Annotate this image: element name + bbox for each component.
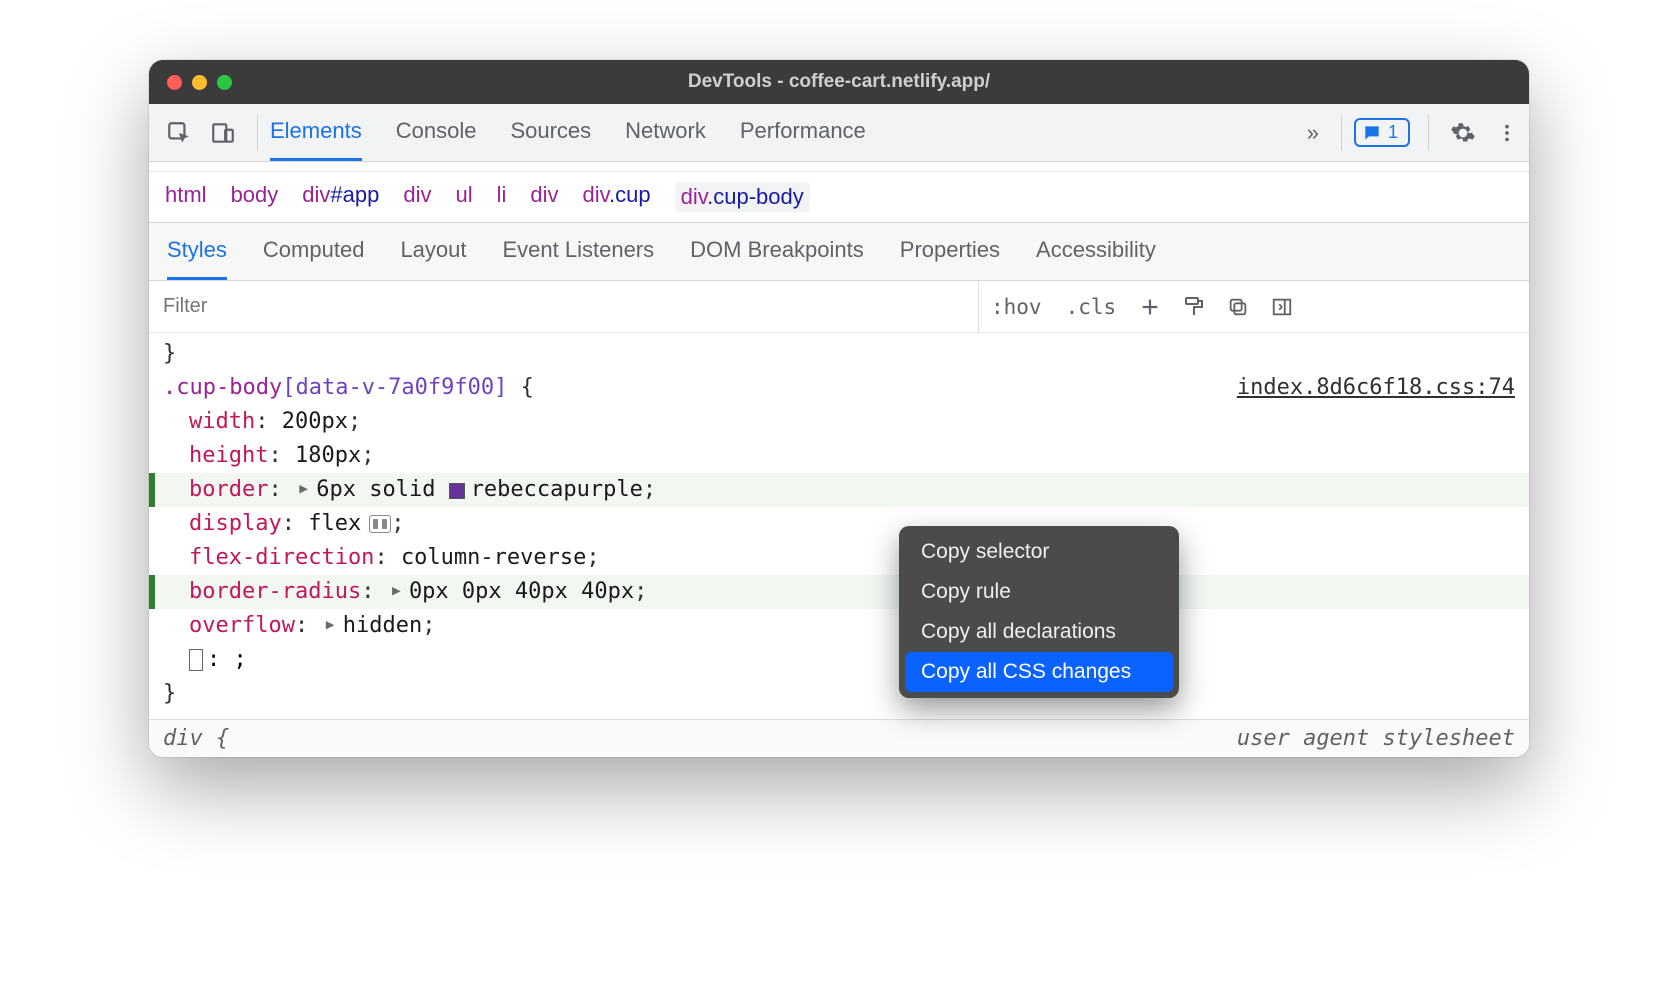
new-style-rule-icon[interactable]: [1128, 281, 1172, 332]
crumb[interactable]: ul: [455, 182, 472, 212]
rule-close-prev: }: [149, 337, 1529, 371]
tab-elements[interactable]: Elements: [270, 104, 362, 161]
divider: [257, 115, 258, 151]
minimize-window-button[interactable]: [192, 75, 207, 90]
declaration[interactable]: height: 180px;: [149, 439, 1529, 473]
main-tabbar: Elements Console Sources Network Perform…: [149, 104, 1529, 162]
source-link[interactable]: index.8d6c6f18.css:74: [1237, 371, 1515, 405]
paint-format-icon[interactable]: [1172, 281, 1216, 332]
edit-tail[interactable]: : ;: [149, 643, 1529, 677]
crumb[interactable]: li: [497, 182, 507, 212]
subtab-dom-breakpoints[interactable]: DOM Breakpoints: [690, 223, 864, 280]
zoom-window-button[interactable]: [217, 75, 232, 90]
kebab-menu-icon[interactable]: [1487, 113, 1527, 153]
more-tabs-icon[interactable]: »: [1297, 120, 1329, 146]
tab-console[interactable]: Console: [396, 104, 477, 161]
styles-subtabs: Styles Computed Layout Event Listeners D…: [149, 223, 1529, 281]
divider: [1341, 115, 1342, 151]
dom-breadcrumb: html body div#app div ul li div div.cup …: [149, 172, 1529, 223]
inspect-element-icon[interactable]: [159, 113, 199, 153]
subtab-accessibility[interactable]: Accessibility: [1036, 223, 1156, 280]
cls-toggle[interactable]: .cls: [1054, 281, 1129, 332]
ctx-copy-rule[interactable]: Copy rule: [905, 572, 1173, 612]
crumb[interactable]: html: [165, 182, 207, 212]
computed-sidebar-icon[interactable]: [1260, 281, 1304, 332]
settings-gear-icon[interactable]: [1443, 113, 1483, 153]
titlebar: DevTools - coffee-cart.netlify.app/: [149, 60, 1529, 104]
declaration[interactable]: border: ▸6px solid rebeccapurple;: [149, 473, 1529, 507]
context-menu: Copy selector Copy rule Copy all declara…: [899, 526, 1179, 698]
window-controls: [167, 75, 232, 90]
tab-sources[interactable]: Sources: [510, 104, 591, 161]
styles-filter-input[interactable]: [149, 281, 979, 332]
rule-header[interactable]: .cup-body[data-v-7a0f9f00] { index.8d6c6…: [149, 371, 1529, 405]
dom-tree-peek: [149, 162, 1529, 172]
crumb[interactable]: div: [403, 182, 431, 212]
subtab-computed[interactable]: Computed: [263, 223, 365, 280]
subtab-styles[interactable]: Styles: [167, 223, 227, 280]
devtools-window: DevTools - coffee-cart.netlify.app/ Elem…: [149, 60, 1529, 757]
main-tabs: Elements Console Sources Network Perform…: [270, 104, 866, 161]
declaration[interactable]: overflow: ▸hidden;: [149, 609, 1529, 643]
declaration[interactable]: flex-direction: column-reverse;: [149, 541, 1529, 575]
flex-editor-icon[interactable]: [369, 515, 391, 533]
tab-network[interactable]: Network: [625, 104, 706, 161]
ctx-copy-all-css-changes[interactable]: Copy all CSS changes: [905, 652, 1173, 692]
ctx-copy-selector[interactable]: Copy selector: [905, 532, 1173, 572]
issues-count: 1: [1388, 122, 1398, 143]
declaration[interactable]: width: 200px;: [149, 405, 1529, 439]
copy-icon[interactable]: [1216, 281, 1260, 332]
crumb[interactable]: div: [530, 182, 558, 212]
ua-label: user agent stylesheet: [1237, 726, 1515, 751]
close-window-button[interactable]: [167, 75, 182, 90]
ctx-copy-all-declarations[interactable]: Copy all declarations: [905, 612, 1173, 652]
declaration[interactable]: border-radius: ▸0px 0px 40px 40px;: [149, 575, 1529, 609]
window-title: DevTools - coffee-cart.netlify.app/: [149, 71, 1529, 93]
crumb-selected[interactable]: div.cup-body: [675, 182, 810, 212]
issues-badge[interactable]: 1: [1354, 118, 1410, 147]
tab-performance[interactable]: Performance: [740, 104, 866, 161]
subtab-layout[interactable]: Layout: [400, 223, 466, 280]
subtab-event-listeners[interactable]: Event Listeners: [503, 223, 655, 280]
subtab-properties[interactable]: Properties: [900, 223, 1000, 280]
styles-rule-block: } .cup-body[data-v-7a0f9f00] { index.8d6…: [149, 333, 1529, 719]
crumb[interactable]: div#app: [302, 182, 379, 212]
user-agent-rule: div { user agent stylesheet: [149, 719, 1529, 757]
styles-filter-bar: :hov .cls: [149, 281, 1529, 333]
device-toolbar-icon[interactable]: [203, 113, 243, 153]
hov-toggle[interactable]: :hov: [979, 281, 1054, 332]
declaration[interactable]: display: flex;: [149, 507, 1529, 541]
crumb[interactable]: div.cup: [583, 182, 651, 212]
crumb[interactable]: body: [231, 182, 279, 212]
ua-selector: div {: [163, 726, 229, 751]
rule-close: }: [149, 677, 1529, 711]
divider: [1428, 115, 1429, 151]
